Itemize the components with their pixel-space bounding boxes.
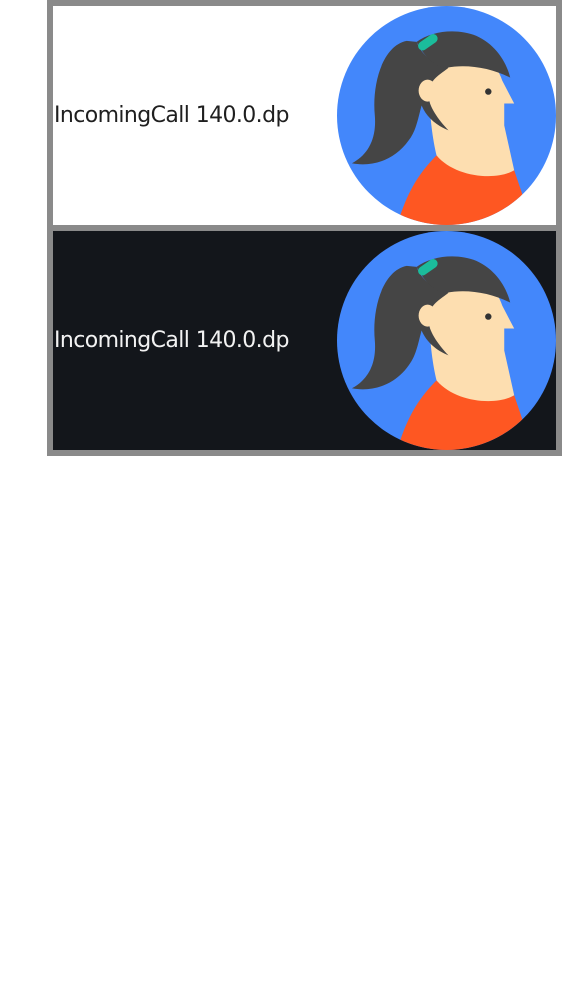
preview-frame: IncomingCall 140.0.dp IncomingCall 140.0… (47, 0, 562, 456)
woman-avatar-icon (337, 231, 556, 450)
caller-avatar (337, 6, 556, 225)
incoming-call-label: IncomingCall 140.0.dp (54, 103, 289, 128)
woman-avatar-icon (337, 6, 556, 225)
caller-avatar (337, 231, 556, 450)
preview-dark: IncomingCall 140.0.dp (53, 231, 556, 450)
preview-light: IncomingCall 140.0.dp (53, 6, 556, 225)
incoming-call-label: IncomingCall 140.0.dp (54, 328, 289, 353)
